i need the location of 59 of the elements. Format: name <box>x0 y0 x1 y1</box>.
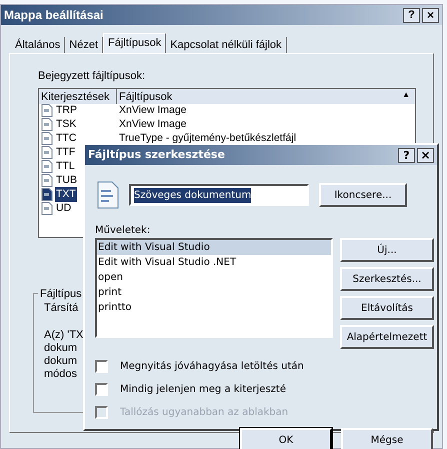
file-icon <box>41 202 53 215</box>
column-header[interactable]: Kiterjesztések <box>39 88 117 104</box>
tab[interactable]: Kapcsolat nélküli fájlok <box>166 37 287 53</box>
file-icon <box>41 118 53 131</box>
file-icon <box>41 188 53 201</box>
group-text: dokum <box>44 354 78 368</box>
document-icon <box>97 181 119 209</box>
checkbox[interactable] <box>95 360 108 373</box>
action-item[interactable]: open <box>97 270 331 285</box>
group-text: A(z) 'TX <box>44 328 84 342</box>
group-text: Társítá <box>44 302 78 314</box>
dialog-title: Fájltípus szerkesztése <box>88 146 225 163</box>
action-item[interactable]: Edit with Visual Studio .NET <box>97 255 331 270</box>
file-icon <box>41 160 53 173</box>
extension-cell[interactable]: TTC <box>55 130 78 146</box>
list-label: Bejegyzett fájltípusok: <box>38 69 146 84</box>
action-button[interactable]: Alapértelmezett <box>340 325 434 349</box>
checkbox-label: Mindig jelenjen meg a kiterjeszté <box>120 383 286 397</box>
action-button[interactable]: Szerkesztés... <box>340 267 434 291</box>
sort-arrow: ▲ <box>402 88 411 100</box>
extension-cell[interactable]: TSK <box>55 116 78 132</box>
file-icon <box>41 174 53 187</box>
extension-cell[interactable]: TRP <box>55 102 78 118</box>
help-button[interactable]: ? <box>403 8 420 22</box>
extension-cell[interactable]: TXT <box>55 186 77 202</box>
actions-label: Műveletek: <box>95 224 150 238</box>
ok-button[interactable]: OK <box>240 428 332 449</box>
file-icon <box>41 146 53 159</box>
column-header[interactable]: Fájltípusok ▲ <box>117 88 415 104</box>
extension-cell[interactable]: TTF <box>55 144 76 160</box>
action-item[interactable]: Edit with Visual Studio <box>97 240 331 255</box>
window-title: Mappa beállításai <box>4 7 104 24</box>
extension-cell[interactable]: UD <box>55 200 72 216</box>
close-button[interactable]: × <box>417 148 434 162</box>
action-button[interactable]: Eltávolítás <box>340 296 434 320</box>
group-text: dokum <box>44 342 78 354</box>
file-icon <box>41 104 53 117</box>
cancel-button[interactable]: Mégse <box>341 428 433 449</box>
file-icon <box>41 132 53 145</box>
action-item[interactable]: print <box>97 285 331 300</box>
action-item[interactable]: printto <box>97 300 331 315</box>
file-type-cell-text: TrueType - gyűjtemény-betűkészletfájl <box>118 130 298 146</box>
checkbox-label: Megnyitás jóváhagyása letöltés után <box>120 360 304 374</box>
tab[interactable]: Általános <box>11 37 66 53</box>
tab[interactable]: Fájltípusok <box>103 33 166 53</box>
selected-text: Szöveges dokumentum <box>134 188 252 202</box>
extension-cell[interactable]: TTL <box>55 158 76 174</box>
help-button[interactable]: ? <box>398 148 415 162</box>
group-text: módos <box>44 368 78 380</box>
extension-cell[interactable]: TUB <box>55 172 78 188</box>
checkbox[interactable] <box>95 383 108 396</box>
group-title: Fájltípus <box>38 286 84 302</box>
file-type-cell-text: XnView Image <box>118 116 188 132</box>
action-button[interactable]: Új... <box>340 238 434 262</box>
change-icon-button[interactable]: Ikoncsere... <box>319 183 407 207</box>
name-field[interactable]: Szöveges dokumentum <box>129 184 309 206</box>
file-type-cell-text: XnView Image <box>118 102 188 118</box>
close-button[interactable]: × <box>422 8 439 22</box>
checkbox-label: Tallózás ugyanabban az ablakban <box>120 406 288 420</box>
